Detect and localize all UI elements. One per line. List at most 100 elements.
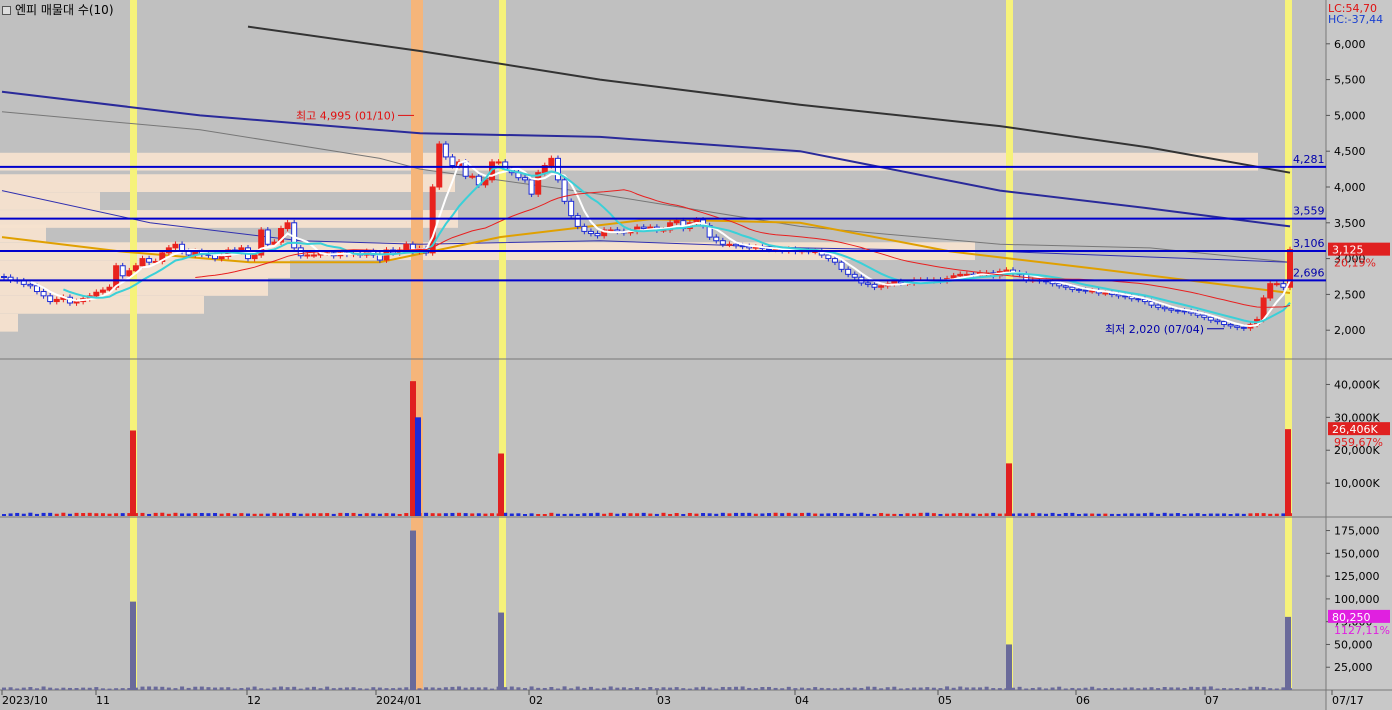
amount-bar [708,688,712,690]
candle-body [879,286,884,287]
volume-bar [530,513,534,516]
candle-body [958,274,963,275]
volume-bar [919,513,923,516]
amount-bar [846,688,850,690]
amount-bar [1143,688,1147,690]
amount-bar [187,688,191,690]
amount-bar [1209,686,1213,690]
candle-body [34,286,39,292]
candle-body [826,255,831,259]
volume-bar [332,514,336,516]
x-tick-label: 11 [96,694,110,707]
volume-bar [9,513,13,516]
amount-bar [780,688,784,690]
amount-bar [602,688,606,690]
volume-bar [846,514,850,516]
candle-body [734,244,739,245]
volume-bar [523,514,527,516]
amount-bar [437,688,441,690]
amount-bar [774,688,778,690]
amount-bar [1064,688,1068,690]
amount-bar [68,688,72,690]
x-tick-label: 03 [657,694,671,707]
amount-bar [905,688,909,690]
amount-bar [516,687,520,690]
amount-bar [787,687,791,690]
volume-bar [477,513,481,516]
candle-body [470,176,475,177]
volume-bar [1248,513,1252,516]
volume-bar [892,514,896,516]
volume-bar [1242,514,1246,516]
price-tick-label: 5,500 [1334,74,1366,87]
amount-bar [1222,688,1226,690]
candle-body [872,284,877,287]
candle-body [140,259,145,266]
candle-body [549,158,554,165]
chart-canvas[interactable]: 4,281 3,559 3,106 2,696 최고 4,995 (01/10) 최저 2… [0,0,1392,710]
amount-bar [853,687,857,690]
amount-bar [589,687,593,690]
candle-body [529,180,534,194]
candle-body [1281,284,1286,288]
amount-bar [154,687,158,690]
candle-body [404,244,409,250]
x-tick-label: 07 [1205,694,1219,707]
amount-bar [873,687,877,690]
candle-body [1202,315,1207,317]
amount-spike-bar [1006,644,1012,690]
window-menu-icon[interactable] [2,6,11,15]
amount-bar [286,687,290,690]
volume-bar [2,514,6,516]
amount-bar [345,687,349,690]
volume-bar [932,513,936,516]
candle-body [48,296,53,302]
amount-bar [609,686,613,690]
volume-bar [780,513,784,516]
amount-tick-label: 100,000 [1334,593,1380,606]
amount-bar [1163,687,1167,690]
volume-bar [945,514,949,516]
volume-bar [925,513,929,516]
amount-bar [1275,688,1279,690]
amount-bar [622,687,626,690]
amount-bar [180,686,184,690]
amount-bar [424,687,428,690]
amount-bar [681,688,685,690]
volume-bar [655,514,659,516]
volume-bar [774,513,778,516]
amount-spike-bar [1285,617,1291,690]
volume-bar [187,513,191,516]
amount-bar [721,687,725,690]
volume-bar [246,514,250,516]
volume-bar [1044,514,1048,516]
amount-bar [576,687,580,690]
volume-bar [727,513,731,516]
volume-bar [22,514,26,516]
candle-body [1208,317,1213,320]
candle-body [608,230,613,231]
volume-bar [912,514,916,516]
candle-body [463,162,468,176]
amount-bar [978,687,982,690]
volume-bar [167,514,171,516]
amount-tick-label: 50,000 [1334,638,1373,651]
amount-bar [358,688,362,690]
amount-bar [22,688,26,690]
amount-bar [1189,687,1193,690]
candle-body [1083,290,1088,291]
amount-bar [48,688,52,690]
volume-bar [510,514,514,516]
amount-bar [279,687,283,690]
volume-bar [793,513,797,516]
amount-bar [233,689,237,690]
amount-bar [477,687,481,690]
amount-bar [642,688,646,690]
volume-bar [787,513,791,516]
volume-bar [688,513,692,516]
amount-bar [563,686,567,690]
amount-bar [94,687,98,690]
volume-bar [556,514,560,516]
volume-bar [826,513,830,516]
candle-body [1274,284,1279,285]
